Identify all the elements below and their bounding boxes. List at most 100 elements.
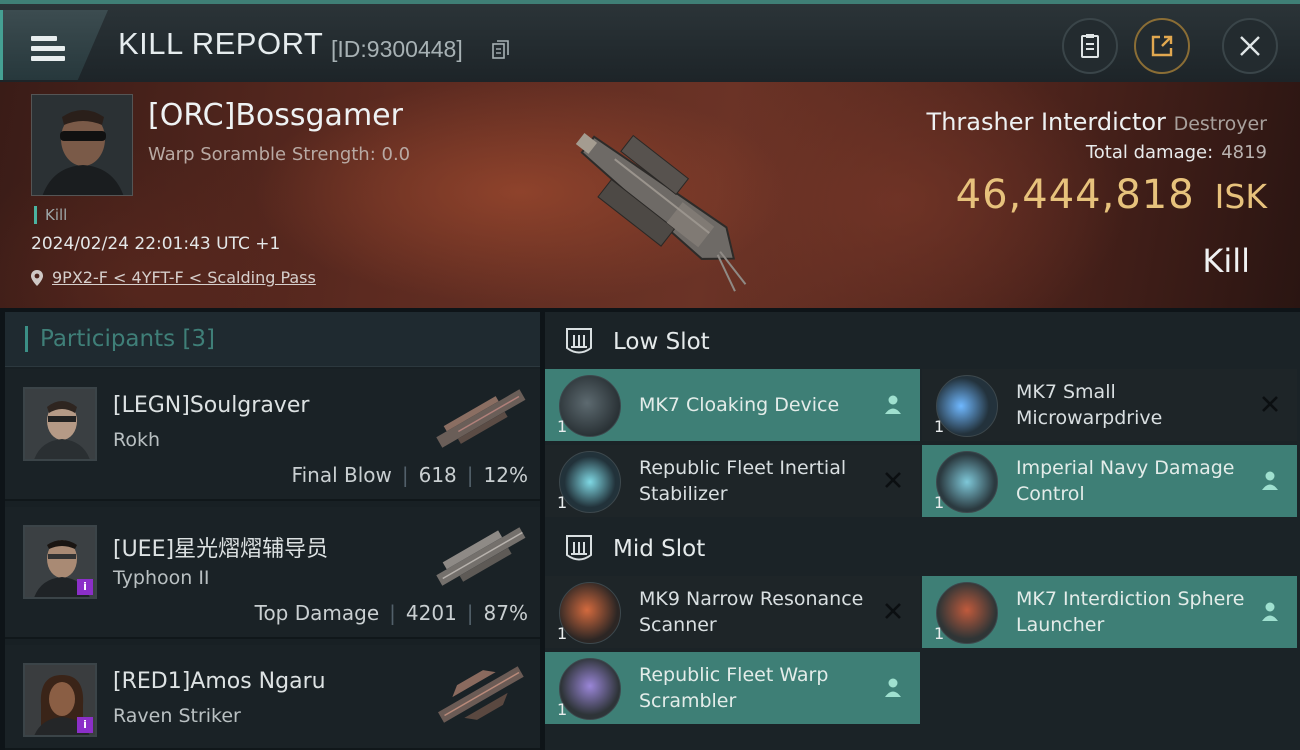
participant-percent: 12% [483, 463, 528, 487]
report-id: [ID:9300448] [331, 36, 463, 62]
mid-slot-header: Mid Slot [545, 521, 1300, 577]
location-link[interactable]: 9PX2-F < 4YFT-F < Scalding Pass [52, 268, 316, 287]
x-icon[interactable] [882, 600, 904, 622]
module-quantity: 1 [934, 417, 945, 436]
module-quantity: 1 [557, 417, 568, 436]
info-badge: i [77, 579, 93, 595]
participant-ship-image [436, 527, 526, 586]
share-button[interactable] [1134, 18, 1190, 74]
participant-avatar[interactable]: i [23, 663, 97, 737]
damage-control-icon [936, 451, 998, 513]
participant-ship: Typhoon II [113, 567, 210, 589]
module-quantity: 1 [557, 700, 568, 719]
participant-row[interactable]: i [RED1]Amos Ngaru Raven Striker [5, 645, 540, 750]
low-slot-header: Low Slot [545, 314, 1300, 370]
ship-name[interactable]: Thrasher Interdictor [927, 108, 1166, 136]
module-quantity: 1 [557, 624, 568, 643]
close-button[interactable] [1222, 18, 1278, 74]
victim-panel: [ORC]Bossgamer Warp Soramble Strength: 0… [0, 82, 1300, 308]
module-item[interactable]: 1 MK7 Cloaking Device [545, 369, 920, 441]
kill-tag: Kill [34, 206, 67, 224]
participant-stats: Top Damage | 4201 | 87% [254, 601, 528, 625]
module-item[interactable]: 1 MK7 Small Microwarpdrive [922, 369, 1297, 441]
mid-slot-title: Mid Slot [613, 536, 706, 562]
participant-ship: Rokh [113, 429, 161, 451]
participant-role: Top Damage [254, 601, 380, 625]
kill-datetime: 2024/02/24 22:01:43 UTC +1 [31, 234, 281, 254]
module-item[interactable]: 1 Republic Fleet Warp Scrambler [545, 652, 920, 724]
module-quantity: 1 [557, 493, 568, 512]
resonance-scanner-icon [559, 582, 621, 644]
module-item[interactable]: 1 MK9 Narrow Resonance Scanner [545, 576, 920, 648]
participant-damage: 618 [418, 463, 457, 487]
participant-name[interactable]: [LEGN]Soulgraver [113, 393, 309, 418]
person-icon[interactable] [882, 393, 904, 415]
participant-role: Final Blow [291, 463, 392, 487]
participant-name[interactable]: [RED1]Amos Ngaru [113, 669, 326, 694]
module-item[interactable]: 1 Imperial Navy Damage Control [922, 445, 1297, 517]
x-icon[interactable] [1259, 393, 1281, 415]
mid-slot-icon [566, 535, 592, 561]
ship-category: Destroyer [1173, 113, 1267, 135]
cloaking-device-icon [559, 375, 621, 437]
isk-value: 46,444,818 [955, 172, 1195, 218]
participant-row[interactable]: [LEGN]Soulgraver Rokh Final Blow | 618 | 12% [5, 369, 540, 501]
module-item[interactable]: 1 Republic Fleet Inertial Stabilizer [545, 445, 920, 517]
isk-value-line: 46,444,818 ISK [956, 172, 1267, 218]
x-icon[interactable] [882, 469, 904, 491]
victim-ship-class: Thrasher Interdictor Destroyer [927, 108, 1267, 136]
total-damage: Total damage: 4819 [1086, 142, 1267, 163]
victim-name[interactable]: [ORC]Bossgamer [148, 98, 403, 133]
module-quantity: 1 [934, 624, 945, 643]
person-icon[interactable] [1259, 469, 1281, 491]
share-icon [1151, 35, 1173, 57]
module-name: Imperial Navy Damage Control [1016, 457, 1235, 505]
participant-damage: 4201 [405, 601, 457, 625]
participant-avatar[interactable] [23, 387, 97, 461]
victim-avatar[interactable] [31, 94, 133, 196]
page-title: KILL REPORT [118, 26, 324, 61]
participant-avatar[interactable]: i [23, 525, 97, 599]
participant-row[interactable]: i [UEE]星光熠熠辅导员 Typhoon II Top Damage | 420… [5, 507, 540, 639]
participant-stats: Final Blow | 618 | 12% [291, 463, 528, 487]
participants-header: Participants [3] [5, 312, 540, 367]
participant-ship-image [436, 389, 526, 448]
inertial-stabilizer-icon [559, 451, 621, 513]
menu-tab[interactable] [0, 10, 108, 80]
module-item[interactable]: 1 MK7 Interdiction Sphere Launcher [922, 576, 1297, 648]
close-icon [1240, 36, 1260, 56]
victim-ship-image[interactable] [540, 92, 770, 302]
location-pin-icon [31, 269, 43, 286]
fitting-panel: Low Slot 1 MK7 Cloaking Device 1 MK7 Sma… [545, 312, 1300, 750]
warp-scramble-strength: Warp Soramble Strength: 0.0 [148, 144, 411, 165]
low-slot-icon [566, 328, 592, 354]
module-name: Republic Fleet Inertial Stabilizer [639, 457, 847, 505]
person-icon[interactable] [1259, 600, 1281, 622]
participant-name[interactable]: [UEE]星光熠熠辅导员 [113, 531, 328, 563]
info-badge: i [77, 717, 93, 733]
kill-location[interactable]: 9PX2-F < 4YFT-F < Scalding Pass [30, 268, 316, 287]
person-icon[interactable] [882, 676, 904, 698]
participant-percent: 87% [483, 601, 528, 625]
module-name: Republic Fleet Warp Scrambler [639, 664, 829, 712]
total-damage-value: 4819 [1221, 142, 1267, 163]
isk-unit: ISK [1214, 177, 1267, 216]
clipboard-icon [1081, 34, 1099, 58]
low-slot-title: Low Slot [613, 329, 710, 355]
module-name: MK7 Small Microwarpdrive [1016, 381, 1163, 429]
copy-icon[interactable] [492, 40, 510, 60]
module-quantity: 1 [934, 493, 945, 512]
total-damage-label: Total damage: [1085, 142, 1214, 163]
module-name: MK9 Narrow Resonance Scanner [639, 588, 864, 636]
participant-ship-image [438, 666, 524, 723]
module-name: MK7 Cloaking Device [639, 394, 840, 416]
top-bar: KILL REPORT [ID:9300448] [0, 0, 1300, 82]
participant-ship: Raven Striker [113, 705, 241, 727]
module-name: MK7 Interdiction Sphere Launcher [1016, 588, 1245, 636]
menu-icon[interactable] [31, 36, 65, 62]
result-label: Kill [1202, 242, 1250, 280]
participants-panel: Participants [3] [LEGN]Soulgraver Rokh F… [5, 312, 540, 750]
microwarpdrive-icon [936, 375, 998, 437]
clipboard-button[interactable] [1062, 18, 1118, 74]
interdiction-sphere-launcher-icon [936, 582, 998, 644]
